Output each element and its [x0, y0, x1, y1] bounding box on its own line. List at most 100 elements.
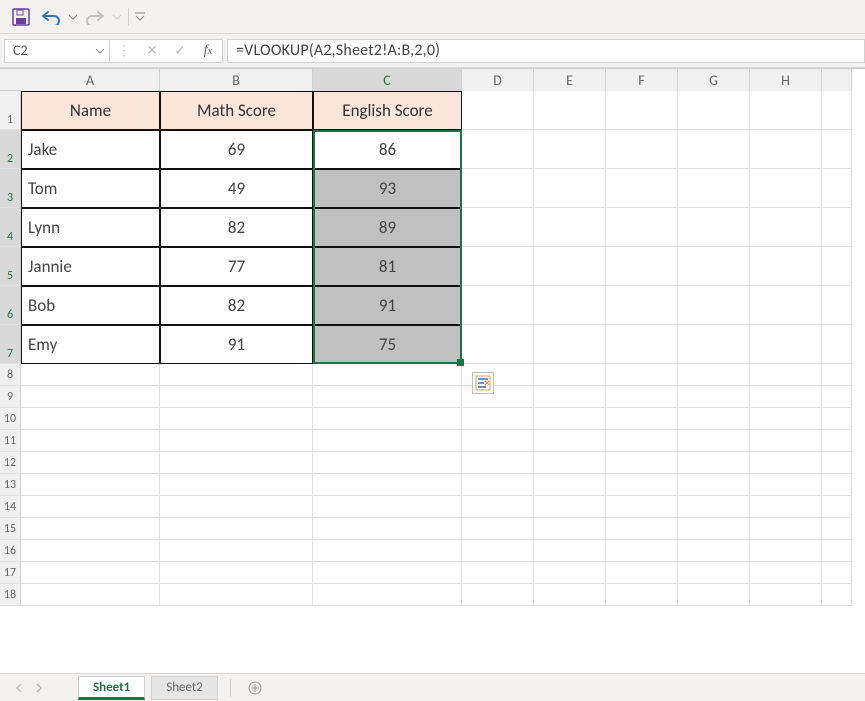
cell-G14[interactable]: [678, 496, 750, 518]
cell-H3[interactable]: [750, 169, 822, 208]
cell-G5[interactable]: [678, 247, 750, 286]
cell-H2[interactable]: [750, 130, 822, 169]
cell-C8[interactable]: [313, 364, 462, 386]
cell-F4[interactable]: [606, 208, 678, 247]
cell-H9[interactable]: [750, 386, 822, 408]
cell-I18[interactable]: [822, 584, 852, 606]
cell-C10[interactable]: [313, 408, 462, 430]
cell-B13[interactable]: [160, 474, 313, 496]
cell-C14[interactable]: [313, 496, 462, 518]
cell-E14[interactable]: [534, 496, 606, 518]
cell-E7[interactable]: [534, 325, 606, 364]
cell-C18[interactable]: [313, 584, 462, 606]
cell-E11[interactable]: [534, 430, 606, 452]
row-header-3[interactable]: 3: [0, 169, 21, 208]
cell-H11[interactable]: [750, 430, 822, 452]
cell-I12[interactable]: [822, 452, 852, 474]
cell-A16[interactable]: [21, 540, 160, 562]
col-header-D[interactable]: D: [462, 69, 534, 91]
cell-A10[interactable]: [21, 408, 160, 430]
cell-B6[interactable]: 82: [160, 286, 313, 325]
cell-C12[interactable]: [313, 452, 462, 474]
cell-C13[interactable]: [313, 474, 462, 496]
cell-A6[interactable]: Bob: [21, 286, 160, 325]
cell-B2[interactable]: 69: [160, 130, 313, 169]
autofill-options-button[interactable]: [472, 372, 494, 394]
cell-F17[interactable]: [606, 562, 678, 584]
cell-I14[interactable]: [822, 496, 852, 518]
cell-B8[interactable]: [160, 364, 313, 386]
cell-E8[interactable]: [534, 364, 606, 386]
cell-H8[interactable]: [750, 364, 822, 386]
cell-C11[interactable]: [313, 430, 462, 452]
cell-H10[interactable]: [750, 408, 822, 430]
cell-G17[interactable]: [678, 562, 750, 584]
row-header-7[interactable]: 7: [0, 325, 21, 364]
cell-E17[interactable]: [534, 562, 606, 584]
cell-E13[interactable]: [534, 474, 606, 496]
cell-F11[interactable]: [606, 430, 678, 452]
cell-D6[interactable]: [462, 286, 534, 325]
cell-E2[interactable]: [534, 130, 606, 169]
col-header-C[interactable]: C: [313, 69, 462, 91]
cell-H14[interactable]: [750, 496, 822, 518]
sheet-tab-sheet1[interactable]: Sheet1: [78, 676, 145, 700]
cell-A17[interactable]: [21, 562, 160, 584]
row-header-5[interactable]: 5: [0, 247, 21, 286]
cell-G18[interactable]: [678, 584, 750, 606]
spreadsheet-grid[interactable]: A B C D E F G H 1 2 3 4 5 6 7 8 9 10 11 …: [0, 68, 865, 673]
cell-A18[interactable]: [21, 584, 160, 606]
cell-E1[interactable]: [534, 91, 606, 130]
cell-B11[interactable]: [160, 430, 313, 452]
col-header-H[interactable]: H: [750, 69, 822, 91]
cell-D7[interactable]: [462, 325, 534, 364]
cell-D15[interactable]: [462, 518, 534, 540]
cell-D17[interactable]: [462, 562, 534, 584]
cell-G11[interactable]: [678, 430, 750, 452]
cancel-formula-button[interactable]: ✕: [138, 40, 166, 62]
cell-A9[interactable]: [21, 386, 160, 408]
cell-A11[interactable]: [21, 430, 160, 452]
cell-F2[interactable]: [606, 130, 678, 169]
cell-H4[interactable]: [750, 208, 822, 247]
cell-D5[interactable]: [462, 247, 534, 286]
row-header-12[interactable]: 12: [0, 452, 21, 474]
formula-bar[interactable]: =VLOOKUP(A2,Sheet2!A:B,2,0): [227, 39, 865, 63]
row-header-11[interactable]: 11: [0, 430, 21, 452]
cell-F3[interactable]: [606, 169, 678, 208]
row-header-1[interactable]: 1: [0, 91, 21, 130]
cell-D12[interactable]: [462, 452, 534, 474]
row-header-6[interactable]: 6: [0, 286, 21, 325]
cell-A1[interactable]: Name: [21, 91, 160, 130]
row-header-9[interactable]: 9: [0, 386, 21, 408]
cell-H12[interactable]: [750, 452, 822, 474]
cell-E5[interactable]: [534, 247, 606, 286]
cell-G16[interactable]: [678, 540, 750, 562]
save-button[interactable]: [8, 4, 34, 30]
row-header-17[interactable]: 17: [0, 562, 21, 584]
cell-B7[interactable]: 91: [160, 325, 313, 364]
cell-E16[interactable]: [534, 540, 606, 562]
undo-dropdown[interactable]: [68, 4, 78, 30]
cell-G10[interactable]: [678, 408, 750, 430]
cell-I15[interactable]: [822, 518, 852, 540]
cell-I17[interactable]: [822, 562, 852, 584]
cell-G1[interactable]: [678, 91, 750, 130]
cell-A14[interactable]: [21, 496, 160, 518]
cell-G4[interactable]: [678, 208, 750, 247]
cell-B10[interactable]: [160, 408, 313, 430]
cell-H1[interactable]: [750, 91, 822, 130]
cell-A8[interactable]: [21, 364, 160, 386]
cell-E4[interactable]: [534, 208, 606, 247]
cell-A12[interactable]: [21, 452, 160, 474]
cell-C17[interactable]: [313, 562, 462, 584]
cell-C9[interactable]: [313, 386, 462, 408]
cell-F6[interactable]: [606, 286, 678, 325]
cell-F8[interactable]: [606, 364, 678, 386]
cell-A7[interactable]: Emy: [21, 325, 160, 364]
cell-F12[interactable]: [606, 452, 678, 474]
new-sheet-button[interactable]: [243, 676, 267, 700]
cell-G8[interactable]: [678, 364, 750, 386]
cell-F16[interactable]: [606, 540, 678, 562]
cell-H6[interactable]: [750, 286, 822, 325]
